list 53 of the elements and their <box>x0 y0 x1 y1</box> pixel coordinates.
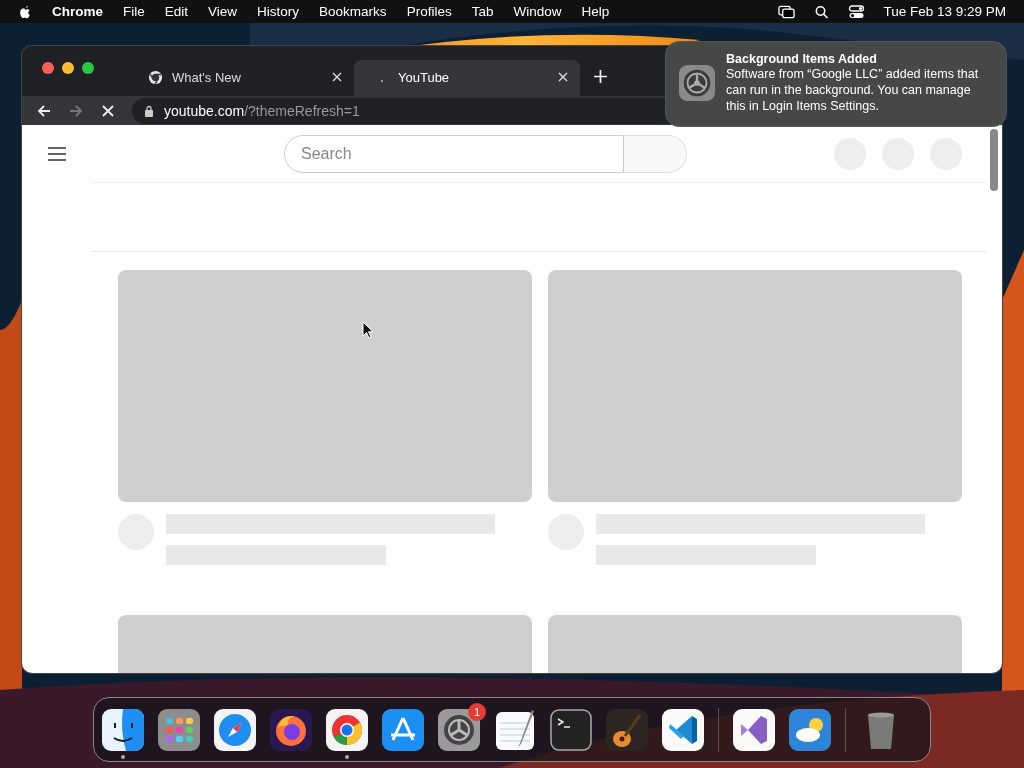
gear-icon <box>678 64 716 102</box>
ribbon-icon <box>733 708 775 751</box>
menu-item[interactable]: Tab <box>471 4 494 19</box>
gear-icon <box>438 708 480 751</box>
back-icon[interactable] <box>36 102 52 119</box>
app-store-icon <box>382 708 424 751</box>
fox-icon <box>270 708 312 751</box>
lock-icon <box>144 104 154 117</box>
menu-clock[interactable]: Tue Feb 13 9:29 PM <box>883 4 1006 19</box>
menu-icon[interactable] <box>48 146 66 161</box>
menu-item[interactable]: Bookmarks <box>319 4 387 19</box>
search-icon[interactable] <box>813 4 831 19</box>
menu-item[interactable]: Window <box>513 4 562 19</box>
notification[interactable]: Background Items Added Software from “Google LLC” added items that can run in the background. You can manage this in Login Items Settings. <box>665 41 1007 127</box>
new-tab-icon[interactable] <box>594 70 607 83</box>
running-indicator <box>345 754 349 759</box>
cursor-icon <box>362 321 374 339</box>
screens-icon[interactable] <box>778 4 796 19</box>
notification-title: Background Items Added <box>726 52 878 66</box>
forward-icon[interactable] <box>68 102 84 119</box>
menu-item[interactable]: Edit <box>164 4 189 19</box>
guitar-icon <box>606 708 648 751</box>
terminal-icon <box>550 708 592 751</box>
notification-badge: 1 <box>468 702 486 721</box>
menu-item[interactable]: Profiles <box>406 4 452 19</box>
stop-icon[interactable] <box>100 102 116 119</box>
dock-item[interactable]: 1 <box>438 702 486 761</box>
close-tab-icon[interactable] <box>332 72 342 82</box>
compass-icon <box>214 708 256 751</box>
close-tab-icon[interactable] <box>558 72 568 82</box>
face-icon <box>102 708 144 751</box>
menu-item[interactable]: File <box>123 4 145 19</box>
menu-app-name[interactable]: Chrome <box>52 4 103 19</box>
minimize-window-button[interactable] <box>62 62 74 74</box>
running-indicator <box>121 754 125 759</box>
chrome-icon <box>326 708 368 751</box>
browser-tab[interactable]: YouTube <box>354 60 580 96</box>
search-field[interactable]: Search <box>284 134 624 173</box>
code-icon <box>662 708 704 751</box>
menu-item[interactable]: History <box>257 4 300 19</box>
control-center-icon[interactable] <box>848 4 866 19</box>
scrollbar-thumb[interactable] <box>990 129 998 191</box>
cloud-icon <box>789 708 831 751</box>
zoom-window-button[interactable] <box>82 62 94 74</box>
browser-tab[interactable]: What's New <box>128 60 354 96</box>
loading-icon <box>380 79 383 82</box>
chrome-icon <box>148 69 163 85</box>
close-window-button[interactable] <box>42 62 54 74</box>
notepad-icon <box>494 708 536 751</box>
apple-logo-icon[interactable] <box>18 3 32 20</box>
grid-icon <box>158 708 200 751</box>
menu-item[interactable]: Help <box>581 4 610 19</box>
menu-item[interactable]: View <box>208 4 238 19</box>
